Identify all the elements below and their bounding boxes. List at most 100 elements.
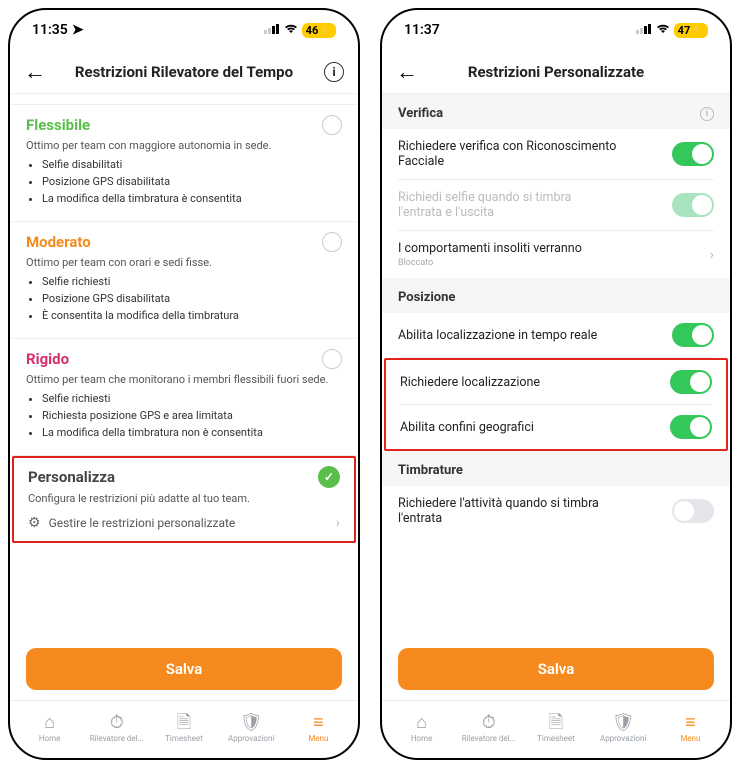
battery-badge: 46⚡ [302,23,336,38]
tab-timesheet[interactable]: 🗎 Timesheet [525,714,587,743]
wifi-icon [284,22,298,38]
setting-label: Abilita confini geografici [400,420,534,435]
tab-timesheet[interactable]: 🗎 Timesheet [153,714,215,743]
tab-bar: ⌂ Home ⏱ Rilevatore del... 🗎 Timesheet 🛡… [382,700,730,758]
page-header: ← Restrizioni Rilevatore del Tempo i [10,50,358,94]
option-subtitle: Ottimo per team con maggiore autonomia i… [26,139,342,152]
option-moderato[interactable]: Moderato Ottimo per team con orari e sed… [26,222,342,338]
row-require-activity: Richiedere l'attività quando si timbra l… [398,486,714,536]
stopwatch-icon: ⏱ [110,714,124,732]
save-button[interactable]: Salva [26,648,342,690]
highlighted-position-rows: Richiedere localizzazione Abilita confin… [384,358,728,451]
toggle-selfie [672,193,714,217]
toggle-realtime-location[interactable] [672,323,714,347]
radio-unselected[interactable] [322,115,342,135]
option-subtitle: Configura le restrizioni più adatte al t… [28,492,340,505]
back-icon[interactable]: ← [24,59,46,85]
row-require-location: Richiedere localizzazione [400,360,712,404]
battery-badge: 47⚡ [674,23,708,38]
toggle-require-location[interactable] [670,370,712,394]
status-bar: 11:35 ➤ 46⚡ [10,10,358,50]
phone-left: 11:35 ➤ 46⚡ ← Restrizioni Rilevatore del… [8,8,360,760]
content: Verifica i Richiedere verifica con Ricon… [382,94,730,638]
row-selfie: Richiedi selfie quando si timbra l'entra… [398,180,714,230]
setting-label: Abilita localizzazione in tempo reale [398,328,597,343]
radio-unselected[interactable] [322,232,342,252]
bullet: La modifica della timbratura è consentit… [42,192,342,205]
document-icon: 🗎 [177,714,191,732]
section-title: Posizione [398,290,455,305]
section-title: Verifica [398,106,443,121]
home-icon: ⌂ [416,714,427,732]
option-subtitle: Ottimo per team con orari e sedi fisse. [26,256,342,269]
phone-right: 11:37 47⚡ ← Restrizioni Personalizzate V… [380,8,732,760]
signal-icon [264,22,280,38]
tab-approvazioni[interactable]: 🛡 Approvazioni [592,714,654,743]
bullet: È consentita la modifica della timbratur… [42,309,342,322]
chevron-right-icon: › [710,247,714,263]
tab-label: Home [39,734,61,743]
signal-icon [636,22,652,38]
bullet: Selfie richiesti [42,275,342,288]
section-verifica: Verifica i [398,94,714,129]
option-title: Flessibile [26,116,90,134]
info-icon[interactable]: i [324,62,344,82]
highlighted-option-personalizza: Personalizza ✓ Configura le restrizioni … [12,456,356,543]
save-button[interactable]: Salva [398,648,714,690]
toggle-face-recognition[interactable] [672,142,714,166]
tab-label: Approvazioni [600,734,646,743]
tab-approvazioni[interactable]: 🛡 Approvazioni [220,714,282,743]
page-title: Restrizioni Rilevatore del Tempo [75,63,293,81]
tab-rilevatore[interactable]: ⏱ Rilevatore del... [458,714,520,743]
info-icon[interactable]: i [700,107,714,121]
tab-home[interactable]: ⌂ Home [391,714,453,743]
wifi-icon [656,22,670,38]
option-title: Moderato [26,233,91,251]
location-icon: ➤ [72,22,84,38]
setting-sub: Bloccato [398,258,582,268]
setting-label: Richiedi selfie quando si timbra l'entra… [398,190,618,220]
tab-rilevatore[interactable]: ⏱ Rilevatore del... [86,714,148,743]
option-rigido[interactable]: Rigido Ottimo per team che monitorano i … [26,339,342,455]
tab-menu[interactable]: ≡ Menu [659,714,721,743]
tab-home[interactable]: ⌂ Home [19,714,81,743]
bullet: Richiesta posizione GPS e area limitata [42,409,342,422]
row-geofence: Abilita confini geografici [400,405,712,449]
row-unusual-behavior[interactable]: I comportamenti insoliti verranno Blocca… [398,231,714,278]
option-flessibile[interactable]: Flessibile Ottimo per team con maggiore … [26,105,342,221]
stopwatch-icon: ⏱ [482,714,496,732]
tab-label: Menu [308,734,328,743]
row-face-recognition: Richiedere verifica con Riconoscimento F… [398,129,714,179]
bullet: Posizione GPS disabilitata [42,292,342,305]
setting-label: I comportamenti insoliti verranno [398,241,582,256]
status-time: 11:35 [32,22,68,38]
back-icon[interactable]: ← [396,59,418,85]
page-header: ← Restrizioni Personalizzate [382,50,730,94]
tab-label: Timesheet [165,734,203,743]
bullet: Selfie richiesti [42,392,342,405]
link-label: Gestire le restrizioni personalizzate [49,516,236,530]
content: Flessibile Ottimo per team con maggiore … [10,94,358,638]
status-bar: 11:37 47⚡ [382,10,730,50]
tab-label: Menu [680,734,700,743]
radio-unselected[interactable] [322,349,342,369]
shield-check-icon: 🛡 [240,714,263,732]
toggle-geofence[interactable] [670,415,712,439]
setting-label: Richiedere verifica con Riconoscimento F… [398,139,618,169]
shield-check-icon: 🛡 [612,714,635,732]
tab-label: Rilevatore del... [462,734,516,743]
tab-label: Rilevatore del... [90,734,144,743]
option-personalizza[interactable]: Personalizza ✓ Configura le restrizioni … [28,466,340,531]
section-posizione: Posizione [398,278,714,313]
row-realtime-location: Abilita localizzazione in tempo reale [398,313,714,357]
option-title: Personalizza [28,468,115,486]
home-icon: ⌂ [44,714,55,732]
setting-label: Richiedere localizzazione [400,375,540,390]
manage-custom-link[interactable]: ⚙ Gestire le restrizioni personalizzate … [28,515,340,531]
toggle-require-activity[interactable] [672,499,714,523]
tab-menu[interactable]: ≡ Menu [287,714,349,743]
document-icon: 🗎 [549,714,563,732]
bullet: Posizione GPS disabilitata [42,175,342,188]
check-icon: ✓ [318,466,340,488]
section-timbrature: Timbrature [398,451,714,486]
